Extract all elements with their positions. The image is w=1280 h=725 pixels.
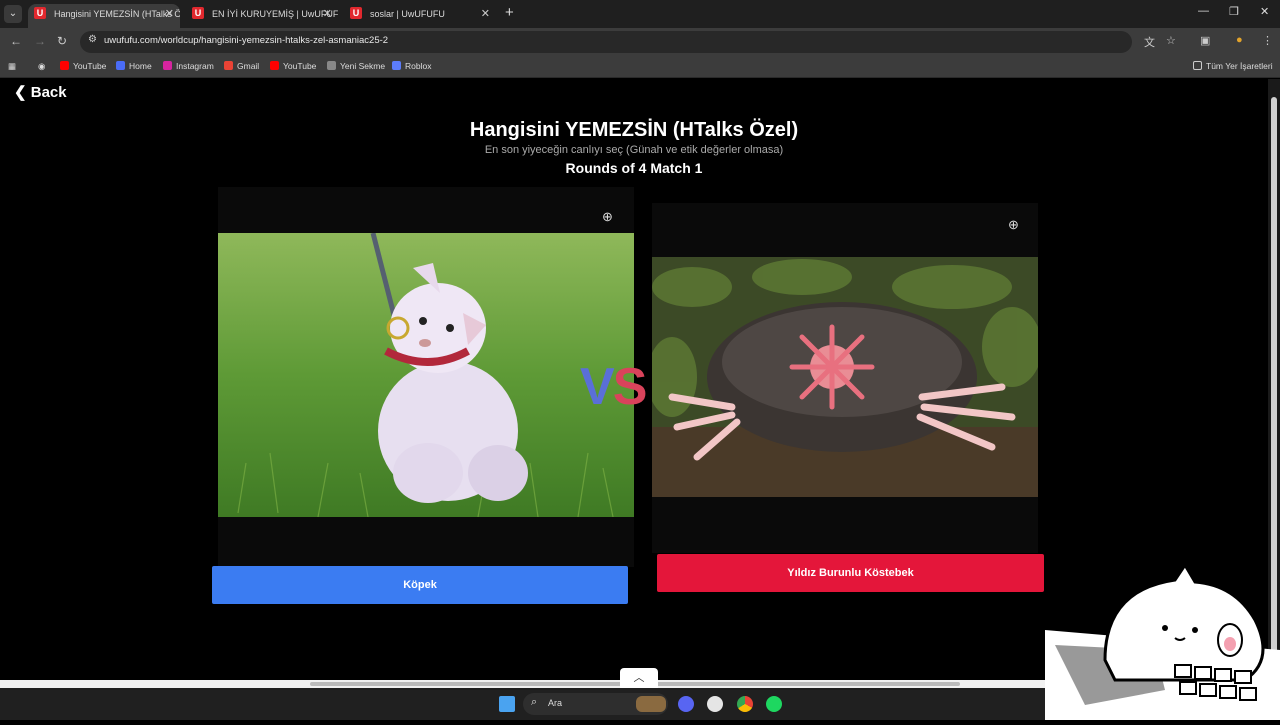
site-info-icon[interactable]: ⚙ [88,34,97,45]
right-choice-card[interactable]: ⊕ [652,203,1038,553]
tab-search-icon[interactable]: ⌄ [4,5,22,23]
uwufufu-favicon-icon: U [192,7,204,19]
minimize-button[interactable]: — [1198,5,1209,17]
uwufufu-favicon-icon: U [34,7,46,19]
page-subtitle: En son yiyeceğin canlıyı seç (Günah ve e… [484,144,784,156]
taskbar: ⌕ Ara [0,688,1045,720]
close-tab-icon[interactable]: ✕ [165,4,174,24]
cat-illustration [1045,562,1280,720]
close-tab-icon[interactable]: ✕ [481,4,490,24]
address-bar-row: ← → ↻ ⚙ uwufufu.com/worldcup/hangisini-y… [0,28,1280,56]
bookmark-youtube-2[interactable]: YouTube [270,61,316,71]
home-icon [116,61,125,70]
dog-image[interactable] [218,233,634,517]
back-link[interactable]: ❮ Back [14,83,67,101]
zoom-in-icon[interactable]: ⊕ [602,209,613,225]
zoom-in-icon[interactable]: ⊕ [1008,217,1019,233]
tab-hangisini-yemezsin[interactable]: U Hangisini YEMEZSİN (HTalks Öz ✕ [28,4,180,28]
tab-en-iyi-kuruyemis[interactable]: U EN İYİ KURUYEMİŞ | UwUFUFU ✕ [186,4,338,28]
restore-button[interactable]: ❐ [1229,5,1239,18]
url-field[interactable]: ⚙ uwufufu.com/worldcup/hangisini-yemezsi… [80,31,1132,53]
chevron-up-icon[interactable]: ︿ [620,668,658,688]
back-nav-button[interactable]: ← [10,34,22,48]
back-chevron-icon: ❮ [14,84,27,101]
round-info: Rounds of 4 Match 1 [565,160,703,176]
discord-icon[interactable] [678,696,694,712]
gmail-icon [224,61,233,70]
apps-grid-icon[interactable]: ▦ [8,61,16,72]
bongo-cat-overlay [1045,560,1280,720]
youtube-icon [270,61,279,70]
menu-icon[interactable]: ⋮ [1262,34,1273,47]
bookmark-youtube[interactable]: YouTube [60,61,106,71]
page-title: Hangisini YEMEZSİN (HTalks Özel) [469,119,799,141]
bookmark-gmail[interactable]: Gmail [224,61,259,71]
search-icon: ⌕ [531,696,538,708]
roblox-icon [392,61,401,70]
bookmark-star-icon[interactable]: ☆ [1166,34,1176,47]
browser-tab-strip: ⌄ U Hangisini YEMEZSİN (HTalks Öz ✕ U EN… [0,0,1280,28]
folder-icon [1193,61,1202,70]
tab-soslar[interactable]: U soslar | UwUFUFU ✕ [344,4,496,28]
spotify-icon[interactable] [766,696,782,712]
mole-illustration [652,257,1038,497]
close-window-button[interactable]: ✕ [1260,5,1269,18]
obs-icon[interactable] [707,696,723,712]
bookmark-roblox[interactable]: Roblox [392,61,431,71]
mole-image[interactable] [652,257,1038,497]
bookmark-yeni-sekme[interactable]: Yeni Sekme [327,61,385,71]
new-tab-button[interactable]: + [505,4,514,22]
vs-overlay: VS [580,358,647,416]
reload-button[interactable]: ↻ [57,34,67,48]
close-tab-icon[interactable]: ✕ [323,4,332,24]
forward-nav-button[interactable]: → [34,34,46,48]
uwufufu-favicon-icon: U [350,7,362,19]
choose-kostebek-button[interactable]: Yıldız Burunlu Köstebek [657,554,1044,592]
left-choice-card[interactable]: ⊕ [218,187,634,567]
globe-icon[interactable]: ◉ [38,61,45,72]
page-icon [327,61,336,70]
instagram-icon [163,61,172,70]
chrome-icon[interactable] [737,696,753,712]
all-bookmarks[interactable]: Tüm Yer İşaretleri [1193,61,1273,71]
bookmark-instagram[interactable]: Instagram [163,61,214,71]
bookmark-home[interactable]: Home [116,61,152,71]
windows-start-icon[interactable] [499,696,515,712]
horizontal-scrollbar[interactable] [0,680,1045,688]
profile-icon[interactable]: ● [1236,34,1243,46]
youtube-icon [60,61,69,70]
extensions-icon[interactable]: ▣ [1200,34,1210,47]
choose-kopek-button[interactable]: Köpek [212,566,628,604]
search-highlight-icon[interactable] [636,696,666,712]
dog-illustration [218,233,634,517]
translate-icon[interactable]: 文 [1144,34,1155,50]
bookmarks-bar: ▦ ◉ YouTube Home Instagram Gmail YouTube… [0,56,1280,78]
